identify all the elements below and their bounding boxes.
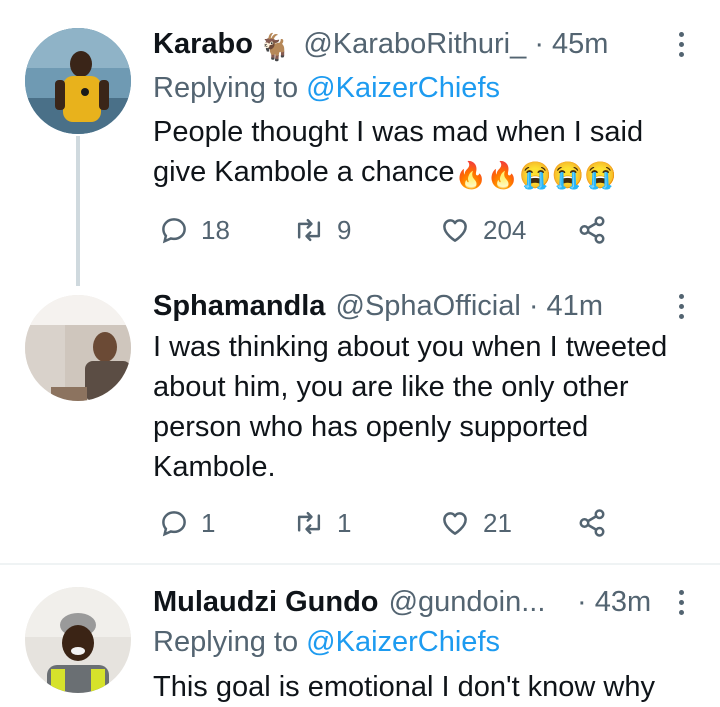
crying-emoji: 😭 (583, 160, 617, 190)
retweet-count: 9 (337, 214, 352, 245)
action-bar: 18 9 204 (153, 210, 623, 250)
tweet-text: This goal is emotional I don't know why (153, 671, 656, 703)
avatar[interactable] (25, 28, 131, 134)
crying-emoji: 😭 (519, 160, 552, 190)
more-options-icon[interactable] (670, 26, 692, 62)
display-name[interactable]: Sphamandla (153, 290, 325, 322)
retweet-icon (297, 218, 321, 242)
retweet-count: 1 (337, 507, 352, 538)
timestamp[interactable]: · 41m (529, 290, 603, 322)
tweet-text: I was thinking about you when I tweeted … (153, 331, 668, 483)
fire-emoji: 🔥 (454, 160, 487, 190)
reply-count: 1 (201, 507, 216, 538)
avatar[interactable] (25, 587, 131, 693)
like-count: 204 (483, 214, 527, 245)
tweet-karabo[interactable]: Karabo 🐐 @KaraboRithuri_ · 45m Replying t… (0, 0, 720, 286)
retweet-button[interactable]: 9 (293, 210, 351, 250)
crying-emoji: 😭 (551, 160, 584, 190)
tweet-header: Sphamandla @SphaOfficial · 41m (153, 288, 603, 324)
reply-icon (162, 511, 186, 537)
tweet-sphamandla[interactable]: Sphamandla @SphaOfficial · 41m I was thi… (0, 285, 720, 563)
retweet-icon (297, 511, 321, 535)
avatar-image (25, 587, 131, 693)
user-handle[interactable]: @gundoin... (389, 586, 546, 618)
timestamp[interactable]: · 45m (534, 28, 608, 60)
tweet-header: Karabo 🐐 @KaraboRithuri_ · 45m (153, 26, 608, 62)
user-handle[interactable]: @KaraboRithuri_ (303, 28, 526, 60)
share-icon (579, 509, 605, 537)
action-bar: 1 1 21 (153, 503, 623, 543)
replying-to: Replying to @KaizerChiefs (153, 70, 500, 106)
goat-emoji: 🐐 (258, 32, 292, 62)
tweet-text-line-2: give Kambole a chance (153, 156, 455, 188)
retweet-button[interactable]: 1 (293, 503, 351, 543)
tweet-header: Mulaudzi Gundo @gundoin... (153, 584, 545, 620)
more-options-icon[interactable] (670, 584, 692, 620)
heart-icon (443, 512, 467, 535)
timestamp[interactable]: · 43m (577, 586, 651, 618)
tweet-text-line: People thought I was mad when I said (153, 116, 644, 148)
display-name[interactable]: Karabo (153, 28, 253, 60)
like-count: 21 (483, 507, 512, 538)
reply-button[interactable]: 1 (159, 503, 215, 543)
tweet-text-line: give Kambole a chance🔥🔥😭😭😭 (153, 152, 698, 192)
share-button[interactable] (577, 210, 607, 250)
fire-emoji: 🔥 (486, 160, 520, 190)
replying-to-label: Replying to (153, 72, 299, 104)
reply-count: 18 (201, 214, 230, 245)
tweet-text: People thought I was mad when I said giv… (153, 112, 698, 192)
thread-line (76, 136, 80, 286)
avatar-image (25, 28, 131, 134)
avatar[interactable] (25, 295, 131, 401)
display-name[interactable]: Mulaudzi Gundo (153, 586, 379, 618)
timestamp-wrapper: · 43m (577, 584, 651, 620)
replying-to-link[interactable]: @KaizerChiefs (306, 72, 500, 104)
replying-to-link[interactable]: @KaizerChiefs (306, 626, 500, 658)
more-options-icon[interactable] (670, 288, 692, 324)
reply-icon (162, 218, 186, 244)
reply-button[interactable]: 18 (159, 210, 230, 250)
share-button[interactable] (577, 503, 607, 543)
tweet-mulaudzi[interactable]: Mulaudzi Gundo @gundoin... · 43m Replyin… (0, 565, 720, 703)
like-button[interactable]: 21 (439, 503, 512, 543)
replying-to-label: Replying to (153, 626, 299, 658)
heart-icon (443, 219, 467, 242)
like-button[interactable]: 204 (439, 210, 526, 250)
share-icon (579, 216, 605, 244)
replying-to: Replying to @KaizerChiefs (153, 624, 500, 660)
user-handle[interactable]: @SphaOfficial (336, 290, 521, 322)
avatar-image (25, 295, 131, 401)
